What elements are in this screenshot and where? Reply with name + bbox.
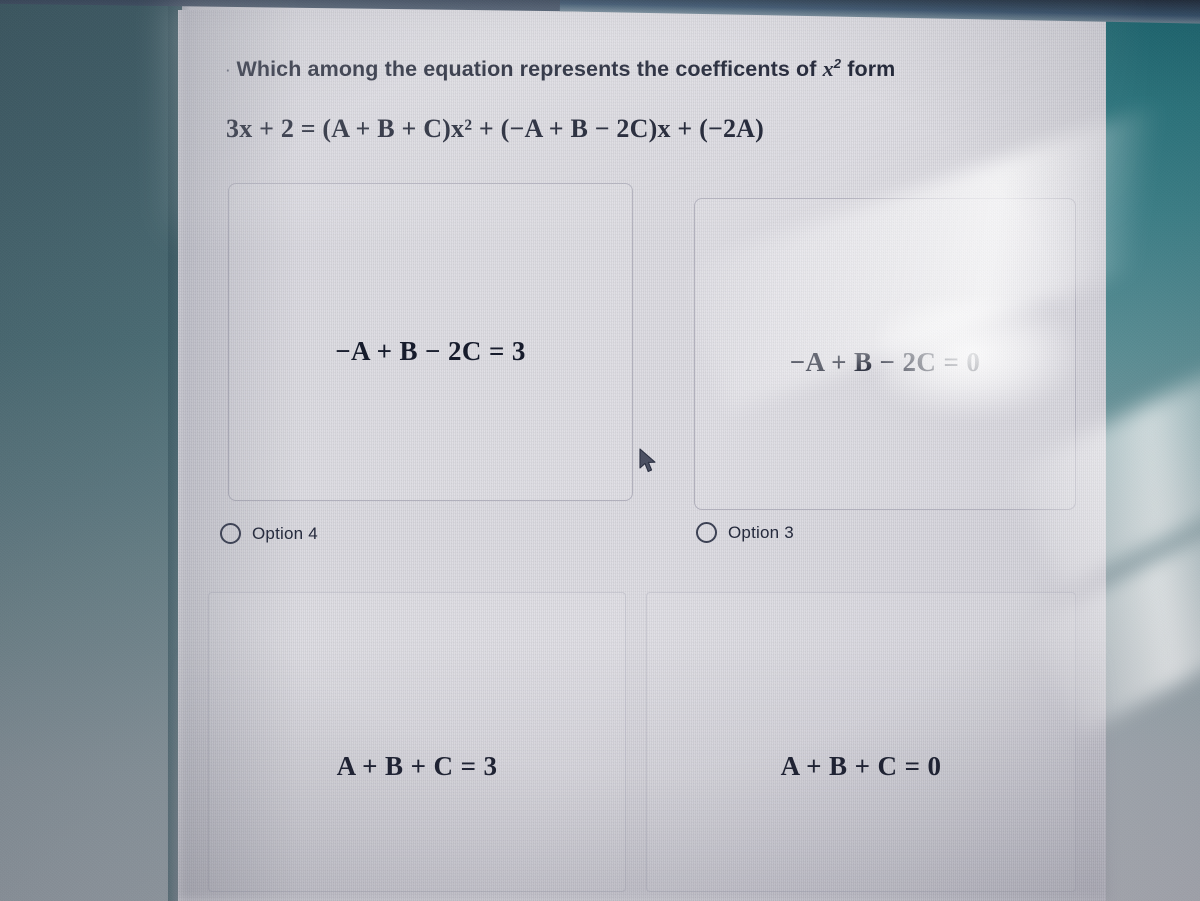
identity-expression: 3x + 2 = (A + B + C)x² + (−A + B − 2C)x …	[226, 114, 764, 143]
radio-button-option-3[interactable]	[696, 522, 717, 543]
option-card-option-4[interactable]: −A + B − 2C = 3	[228, 183, 633, 501]
option-card-bottom-left[interactable]: A + B + C = 3	[208, 592, 626, 892]
question-variable: x	[822, 56, 834, 82]
radio-label-option-4: Option 4	[252, 523, 318, 543]
screenshot-root: · Which among the equation represents th…	[0, 0, 1200, 901]
radio-button-option-4[interactable]	[220, 523, 241, 544]
question-lead-mark: ·	[226, 62, 231, 78]
question-exponent: 2	[833, 56, 842, 71]
option-card-option-3[interactable]: −A + B − 2C = 0	[694, 198, 1076, 510]
option-equation-option-4: −A + B − 2C = 3	[335, 336, 526, 366]
quiz-content: · Which among the equation represents th…	[178, 10, 1106, 901]
option-card-bottom-right[interactable]: A + B + C = 0	[646, 592, 1076, 892]
radio-row-option-4[interactable]: Option 4	[220, 523, 318, 544]
option-equation-option-3: −A + B − 2C = 0	[789, 347, 981, 377]
screen-surface: · Which among the equation represents th…	[178, 10, 1106, 901]
radio-row-option-3[interactable]: Option 3	[696, 522, 794, 543]
question-prompt-text: Which among the equation represents the …	[236, 57, 823, 82]
polynomial-identity: 3x + 2 = (A + B + C)x² + (−A + B − 2C)x …	[226, 114, 1076, 144]
question-prompt: · Which among the equation represents th…	[226, 56, 1066, 82]
option-equation-bottom-left: A + B + C = 3	[336, 751, 498, 781]
radio-label-option-3: Option 3	[728, 522, 794, 542]
question-prompt-suffix: form	[841, 57, 896, 82]
environment-left-teal	[0, 0, 182, 901]
option-equation-bottom-right: A + B + C = 0	[780, 751, 942, 781]
